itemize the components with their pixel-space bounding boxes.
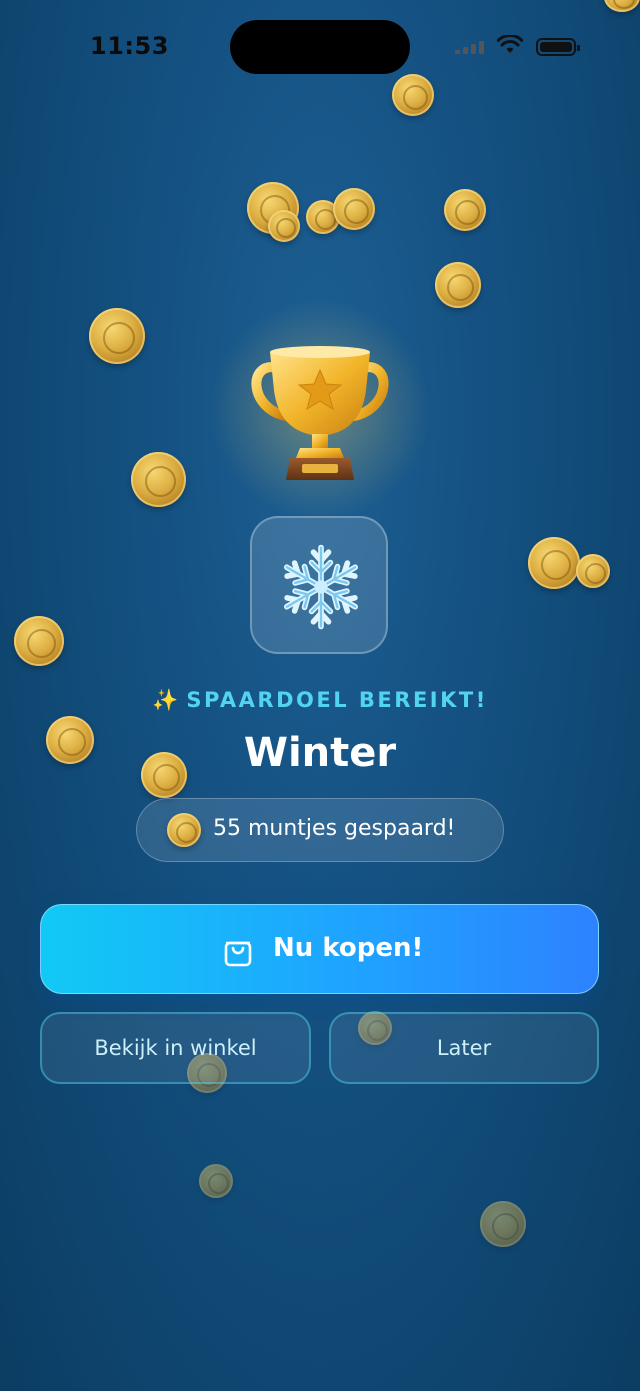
shopping-bag-icon <box>224 941 252 967</box>
view-in-shop-button[interactable]: Bekijk in winkel <box>40 1012 311 1084</box>
coin-icon <box>268 210 300 242</box>
goal-icon-tile <box>250 516 388 654</box>
saved-coins-pill: 55 muntjes gespaard! <box>136 798 504 862</box>
coin-icon <box>333 188 375 230</box>
coin-icon <box>576 554 610 588</box>
sparkle-icon: ✨ <box>152 688 179 712</box>
cellular-signal-icon <box>455 40 487 54</box>
goal-title: Winter <box>243 730 397 776</box>
status-time: 11:53 <box>90 32 169 60</box>
wifi-icon <box>497 35 523 53</box>
status-bar: 11:53 <box>0 0 640 96</box>
coin-icon <box>528 537 580 589</box>
snowflake-icon <box>274 544 368 634</box>
coin-icon <box>167 813 201 847</box>
coin-icon <box>131 452 186 507</box>
battery-icon <box>536 38 580 56</box>
coin-icon <box>199 1164 233 1198</box>
coin-icon <box>435 262 481 308</box>
buy-now-label: Nu kopen! <box>273 933 424 963</box>
goal-reached-badge: ✨ SPAARDOEL BEREIKT! <box>0 688 640 713</box>
coin-icon <box>14 616 64 666</box>
buy-now-button[interactable]: Nu kopen! <box>40 904 599 994</box>
later-button[interactable]: Later <box>329 1012 599 1084</box>
goal-reached-label: SPAARDOEL BEREIKT! <box>186 688 488 712</box>
trophy-icon <box>240 330 400 500</box>
coin-icon <box>89 308 145 364</box>
saved-coins-text: 55 muntjes gespaard! <box>213 816 456 841</box>
coin-icon <box>480 1201 526 1247</box>
coin-icon <box>392 74 434 116</box>
dynamic-island <box>230 20 410 74</box>
coin-icon <box>444 189 486 231</box>
